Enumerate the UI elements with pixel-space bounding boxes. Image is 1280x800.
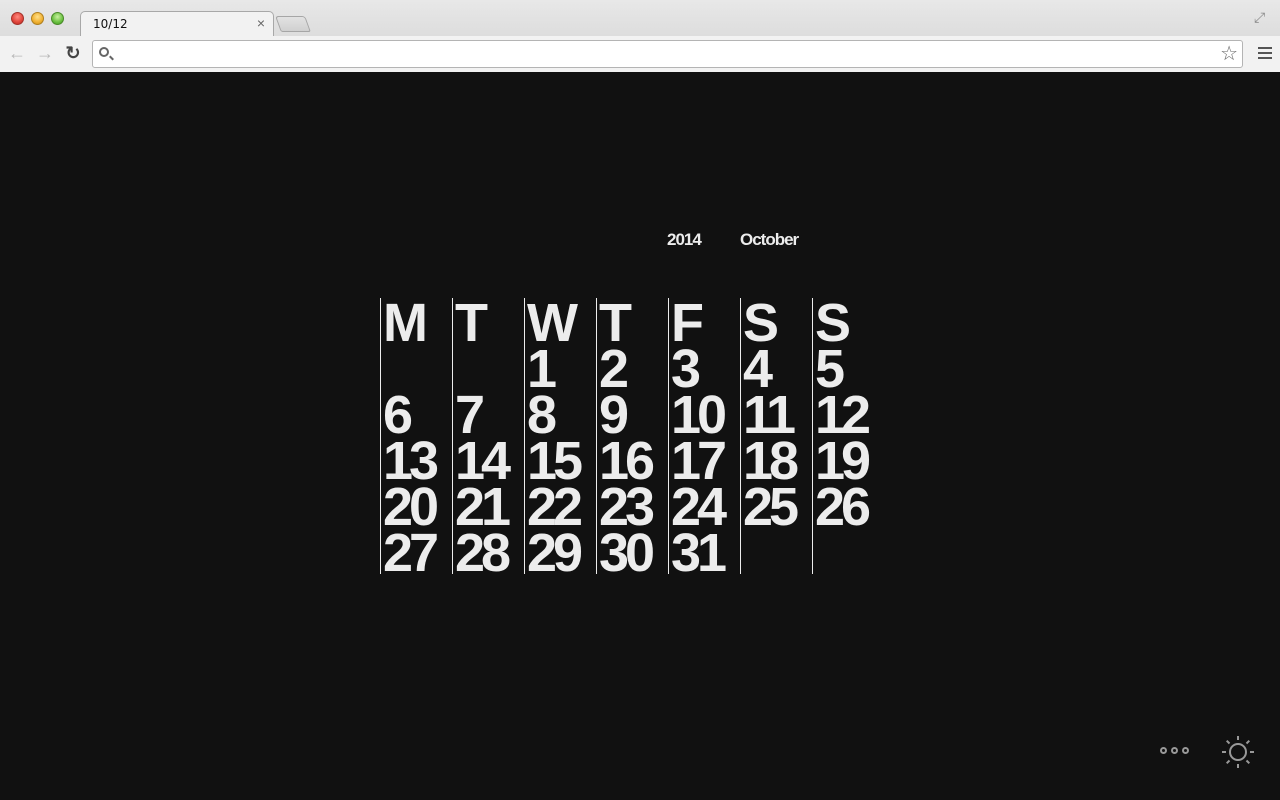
date-cell: 31 — [671, 523, 727, 583]
zoom-window-button[interactable] — [51, 12, 64, 25]
day-column: M 6 13 20 27 — [380, 293, 452, 583]
menu-icon[interactable] — [1258, 47, 1272, 59]
date-cell: 30 — [599, 523, 655, 583]
search-icon — [99, 47, 109, 57]
day-column: T 7 14 21 28 — [452, 293, 524, 583]
url-input[interactable] — [117, 44, 1207, 64]
day-column: F 3 10 17 24 31 — [668, 296, 740, 583]
calendar-page: 2014 October M 6 13 20 27 T 7 14 21 28 W 1 8 15 22 29 T 2… — [0, 72, 1280, 800]
date-cell: 26 — [815, 477, 871, 537]
browser-toolbar: ← → ↻ ☆ — [0, 36, 1280, 72]
weekday-header: T — [455, 293, 488, 353]
date-cell: 28 — [455, 523, 511, 583]
browser-tab[interactable]: 10/12 × — [80, 11, 274, 37]
tab-title: 10/12 — [93, 17, 128, 31]
calendar-year: 2014 — [667, 230, 702, 249]
browser-chrome: 10/12 × ⤢ ← → ↻ ☆ — [0, 0, 1280, 72]
day-column: S 4 11 18 25 — [740, 296, 812, 574]
new-tab-button[interactable] — [275, 16, 311, 32]
more-options-icon[interactable] — [1160, 747, 1189, 754]
fullscreen-icon[interactable]: ⤢ — [1254, 9, 1270, 25]
brightness-icon[interactable] — [1220, 734, 1256, 770]
day-column: S 5 12 19 26 — [812, 296, 884, 574]
reload-icon[interactable]: ↻ — [63, 42, 83, 64]
address-bar[interactable]: ☆ — [92, 40, 1243, 68]
calendar-month: October — [740, 230, 799, 249]
day-column: T 2 9 16 23 30 — [596, 296, 668, 583]
date-cell: 25 — [743, 477, 799, 537]
minimize-window-button[interactable] — [31, 12, 44, 25]
bookmark-star-icon[interactable]: ☆ — [1220, 42, 1238, 66]
day-column: W 1 8 15 22 29 — [524, 296, 596, 583]
close-window-button[interactable] — [11, 12, 24, 25]
tab-close-icon[interactable]: × — [257, 15, 265, 31]
date-cell: 27 — [383, 523, 439, 583]
tab-bar: 10/12 × ⤢ — [0, 0, 1280, 37]
weekday-header: M — [383, 293, 428, 353]
back-icon[interactable]: ← — [7, 42, 27, 64]
date-cell: 29 — [527, 523, 583, 583]
forward-icon[interactable]: → — [35, 42, 55, 64]
